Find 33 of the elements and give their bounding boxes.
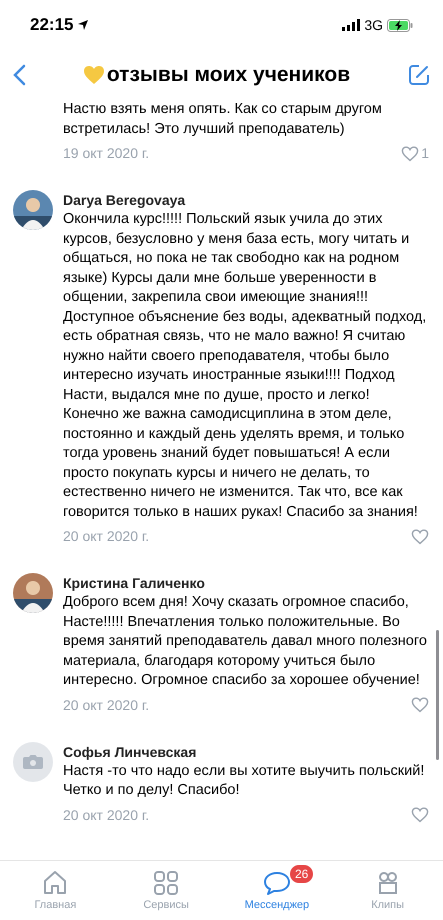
comment-date: 20 окт 2020 г. [63,527,150,546]
author-name[interactable]: Darya Beregovaya [63,190,429,210]
like-icon[interactable] [401,146,420,162]
heart-icon [82,65,105,85]
like-icon[interactable] [411,697,429,713]
tab-bar-item[interactable]: Мессенджер 26 [222,861,332,920]
comment-text: Настю взять меня опять. Как со старым другом встретилась! Это лучший преподаватель) [63,100,383,138]
like-count: 1 [421,144,429,163]
speech-bubble-icon [262,869,291,897]
location-icon [77,19,90,31]
signal-icon [342,19,360,31]
comment-text: Доброго всем дня! Хочу сказать огромное спасибо, Насте!!!!! Впечатления только положительные. Во время занятий преподаватель давал много полезного материала, благодаря которому учиться было интересно. Огромное спасибо за хорошее обучение! [63,593,428,690]
grid-icon [152,869,180,897]
author-name[interactable]: Кристина Галиченко [63,573,429,593]
tab-bar-item[interactable]: Клипы [332,861,443,920]
comment-text: Настя -то что надо если вы хотите выучить польский! Четко и по делу! Спасибо! [63,762,426,800]
network-label: 3G [364,16,383,34]
unread-badge: 26 [288,863,316,885]
comment-date: 20 окт 2020 г. [63,806,150,824]
tab-bar-item[interactable]: Сервисы [110,861,222,920]
like-icon[interactable] [411,528,429,544]
back-icon[interactable] [12,64,26,86]
edit-icon[interactable] [407,63,431,87]
tab-bar-item[interactable]: Главная [0,861,111,920]
comment-date: 19 окт 2020 г. [63,144,150,163]
camera-icon [23,754,43,769]
comment-text: Окончила курс!!!!! Польский язык учила до этих курсов, безусловно у меня база есть, могу читать и общаться, но пока не так свободно как на родном языке) Курсы дали мне больше уверенности в общении, закрепила свои имеющие знания!!! Доступное объяснение без воды, адекватный подход, есть обратная связь, что не мало важно! Я считаю нужно найти своего преподавателя, чтобы было интересно изучать иностранные языки!!!! Подход Насти, выдался мне по душе, просто и легко! Конечно же важна самодисциплина в этом деле, постоянно и каждый день уделять время, и только тогда уровень знаний будет повышаться! А если просто покупать курсы и ничего не делать, то естественно ничего не изменится. Так что, все как говорится только в наших руках! Спасибо за знания! [63,210,428,522]
battery-charging-icon [387,18,413,32]
author-name[interactable]: Софья Линчевская [63,742,429,762]
like-icon[interactable] [411,807,429,823]
comment-date: 20 окт 2020 г. [63,696,150,714]
page-title: отзывы моих учеников [106,62,350,88]
status-time: 22:15 [30,14,74,36]
